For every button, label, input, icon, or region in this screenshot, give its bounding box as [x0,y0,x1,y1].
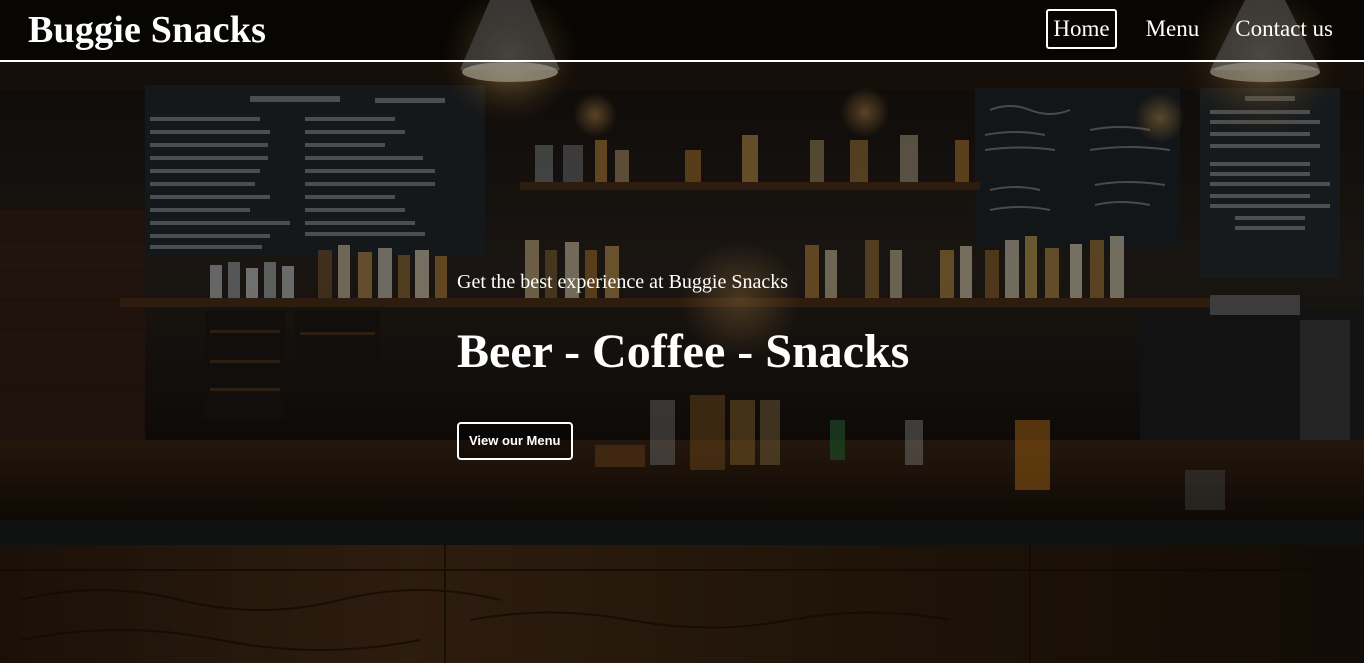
nav-item-home[interactable]: Home [1046,9,1117,49]
nav-item-contact[interactable]: Contact us [1228,9,1340,49]
hero-content: Get the best experience at Buggie Snacks… [457,268,1157,460]
navbar: Buggie Snacks Home Menu Contact us [0,0,1364,62]
hero-tagline: Get the best experience at Buggie Snacks [457,271,788,293]
nav-links: Home Menu Contact us [1024,9,1340,49]
brand-logo-link[interactable]: Buggie Snacks [28,8,266,52]
nav-item-menu[interactable]: Menu [1139,9,1207,49]
hero-headline: Beer - Coffee - Snacks [457,325,910,378]
page: Buggie Snacks Home Menu Contact us Get t… [0,0,1364,663]
view-menu-button[interactable]: View our Menu [457,422,573,460]
